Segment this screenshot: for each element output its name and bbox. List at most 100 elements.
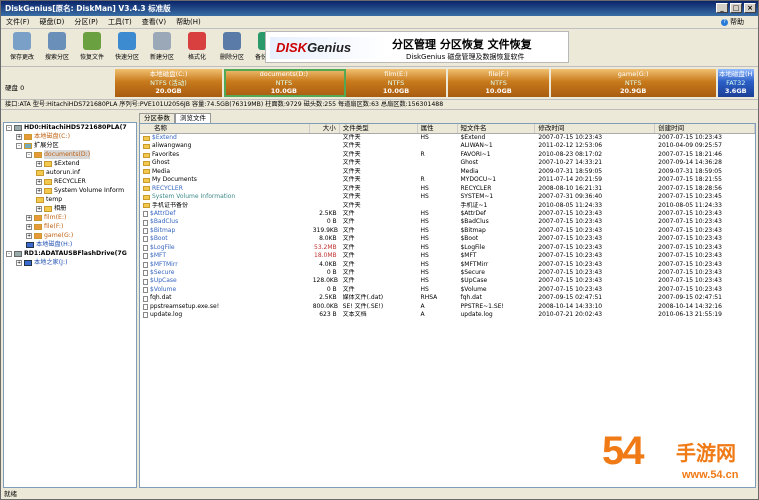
expand-toggle-icon[interactable]: -: [26, 151, 32, 158]
toolbar-button-2[interactable]: 恢复文件: [75, 31, 109, 65]
tree-item[interactable]: + 相册: [4, 204, 136, 213]
tree-item[interactable]: + 本地之家(J:): [4, 258, 136, 267]
expand-toggle-icon[interactable]: +: [36, 178, 42, 185]
file-row[interactable]: $LogFile 53.2MB 文件 HS $LogFile 2007-07-15 10:…: [140, 244, 755, 252]
partition-5[interactable]: 本地磁盘(H FAT32 3.6GB: [717, 69, 756, 97]
expand-toggle-icon[interactable]: +: [36, 187, 42, 194]
file-row[interactable]: $BadClus 0 B 文件 HS $BadClus 2007-07-15 10:23:…: [140, 218, 755, 226]
expand-toggle-icon[interactable]: -: [6, 250, 12, 257]
tree-item[interactable]: autorun.inf: [4, 168, 136, 177]
file-size-cell: 0 B: [326, 218, 337, 226]
file-row[interactable]: fqh.dat 2.5KB 媒体文件(.dat) RHSA fqh.dat 2007-09…: [140, 294, 755, 302]
toolbar-button-0[interactable]: 保存更改: [5, 31, 39, 65]
toolbar-button-label: 快速分区: [114, 54, 139, 61]
file-row[interactable]: $AttrDef 2.5KB 文件 HS $AttrDef 2007-07-15 10:2…: [140, 210, 755, 218]
tree-item[interactable]: temp: [4, 195, 136, 204]
tree-item[interactable]: + $Extend: [4, 159, 136, 168]
file-row[interactable]: 手机证书备份 文件夹 手机证~1 2010-08-05 11:24:33 2010-08…: [140, 202, 755, 210]
close-button[interactable]: ×: [744, 3, 756, 13]
file-short-cell: $Extend: [460, 134, 486, 141]
delete-partition-icon: [223, 32, 241, 50]
col-type[interactable]: 文件类型: [340, 124, 418, 133]
tree-item[interactable]: - RD1:ADATAUSBFlashDrive(7G: [4, 249, 136, 258]
help-button[interactable]: ? 帮助: [721, 17, 744, 27]
file-row[interactable]: $MFT 18.0MB 文件 HS $MFT 2007-07-15 10:23:43 200…: [140, 252, 755, 260]
folder-icon: [36, 169, 44, 176]
tree-item[interactable]: + 本地磁盘(C:): [4, 132, 136, 141]
partition-4[interactable]: game(G:) NTFS 20.9GB: [550, 69, 718, 97]
menu-help[interactable]: 帮助(H): [171, 17, 206, 27]
col-attr[interactable]: 属性: [418, 124, 458, 133]
maximize-button[interactable]: □: [730, 3, 742, 13]
tree-item[interactable]: - 扩展分区: [4, 141, 136, 150]
file-row[interactable]: Favorites 文件夹 R FAVORI~1 2010-08-23 08:17:02…: [140, 151, 755, 159]
partition-name: documents(D:): [259, 70, 309, 78]
col-created[interactable]: 创建时间: [655, 124, 755, 133]
file-row[interactable]: $Extend 文件夹 HS $Extend 2007-07-15 10:23:43 20…: [140, 134, 755, 142]
expand-toggle-icon[interactable]: +: [26, 214, 32, 221]
partition-1[interactable]: documents(D:) NTFS 10.0GB: [223, 69, 346, 97]
file-row[interactable]: RECYCLER 文件夹 HS RECYCLER 2008-08-10 16:21:31…: [140, 185, 755, 193]
file-icon: [143, 295, 148, 302]
watermark-url: www.54.cn: [682, 469, 739, 481]
tree-item[interactable]: + System Volume Inform: [4, 186, 136, 195]
tree-item[interactable]: - HD0:HitachiHDS721680PLA(7: [4, 123, 136, 132]
toolbar-button-6[interactable]: 删除分区: [215, 31, 249, 65]
file-row[interactable]: ppstreamsetup.exe.se! 800.0KB SE! 文件(.SE!)…: [140, 303, 755, 311]
expand-toggle-icon[interactable]: +: [36, 160, 42, 167]
col-modified[interactable]: 修改时间: [535, 124, 656, 133]
partition-0[interactable]: 本地磁盘(C:) NTFS (活动) 20.0GB: [115, 69, 224, 97]
tree-item[interactable]: - documents(D:): [4, 150, 136, 159]
partition-2[interactable]: film(E:) NTFS 10.0GB: [345, 69, 449, 97]
file-row[interactable]: $Volume 0 B 文件 HS $Volume 2007-07-15 10:23:43…: [140, 286, 755, 294]
file-row[interactable]: $MFTMirr 4.0KB 文件 HS $MFTMirr 2007-07-15 10:2…: [140, 261, 755, 269]
save-icon: [13, 32, 31, 50]
file-row[interactable]: $Secure 0 B 文件 HS $Secure 2007-07-15 10:23:43…: [140, 269, 755, 277]
tree-item[interactable]: + game(G:): [4, 231, 136, 240]
expand-toggle-icon[interactable]: +: [36, 205, 42, 212]
file-attr-cell: [418, 142, 458, 150]
file-short-cell: $MFT: [460, 252, 477, 260]
disk-tree[interactable]: - HD0:HitachiHDS721680PLA(7 + 本地磁盘(C:) - 扩展分区…: [3, 122, 137, 488]
partition-icon: [24, 259, 32, 266]
tab-browse-files[interactable]: 浏览文件: [175, 113, 211, 123]
tree-item[interactable]: + RECYCLER: [4, 177, 136, 186]
toolbar-button-3[interactable]: 快速分区: [110, 31, 144, 65]
file-row[interactable]: Ghost 文件夹 Ghost 2007-10-27 14:33:21 2007-09-…: [140, 159, 755, 167]
tree-item[interactable]: + film(E:): [4, 213, 136, 222]
expand-toggle-icon[interactable]: +: [16, 259, 22, 266]
expand-toggle-icon[interactable]: +: [26, 223, 32, 230]
menu-disk[interactable]: 硬盘(D): [35, 17, 70, 27]
expand-toggle-icon[interactable]: -: [16, 142, 22, 149]
partition-fs: NTFS: [624, 78, 642, 87]
tree-item[interactable]: + file(F:): [4, 222, 136, 231]
tab-partition-params[interactable]: 分区参数: [139, 113, 175, 123]
file-row[interactable]: My Documents 文件夹 R MYDOCU~1 2011-07-14 20:21…: [140, 176, 755, 184]
file-row[interactable]: $Boot 8.0KB 文件 HS $Boot 2007-07-15 10:23:43 20…: [140, 235, 755, 243]
col-size[interactable]: 大小: [310, 124, 340, 133]
file-row[interactable]: update.log 623 B 文本文档 Aupdate.log 2010-07-21…: [140, 311, 755, 319]
toolbar-button-5[interactable]: 格式化: [180, 31, 214, 65]
file-name: My Documents: [152, 176, 197, 184]
menu-view[interactable]: 查看(V): [137, 17, 171, 27]
file-icon: [143, 303, 148, 310]
file-row[interactable]: System Volume Information 文件夹 HS SYSTEM~1 20…: [140, 193, 755, 201]
file-row[interactable]: $UpCase 128.0KB 文件 HS $UpCase 2007-07-15 10:2…: [140, 277, 755, 285]
file-icon: [143, 228, 148, 235]
toolbar-button-4[interactable]: 新建分区: [145, 31, 179, 65]
menu-tools[interactable]: 工具(T): [103, 17, 137, 27]
partition-3[interactable]: file(F:) NTFS 10.0GB: [448, 69, 551, 97]
file-row[interactable]: $Bitmap 319.9KB 文件 HS $Bitmap 2007-07-15 10:2…: [140, 227, 755, 235]
col-short-name[interactable]: 短文件名: [458, 124, 536, 133]
file-row[interactable]: Media 文件夹 Media 2009-07-31 18:59:05 2009-07-…: [140, 168, 755, 176]
expand-toggle-icon[interactable]: -: [6, 124, 12, 131]
expand-toggle-icon[interactable]: +: [26, 232, 32, 239]
expand-toggle-icon[interactable]: +: [16, 133, 22, 140]
menu-partition[interactable]: 分区(P): [69, 17, 103, 27]
toolbar-button-1[interactable]: 搜索分区: [40, 31, 74, 65]
col-name[interactable]: 名称: [140, 124, 310, 133]
menu-file[interactable]: 文件(F): [1, 17, 35, 27]
tree-item[interactable]: 本地磁盘(H:): [4, 240, 136, 249]
file-row[interactable]: aliwangwang 文件夹 ALIWAN~1 2011-02-12 12:53:0…: [140, 142, 755, 150]
minimize-button[interactable]: _: [716, 3, 728, 13]
